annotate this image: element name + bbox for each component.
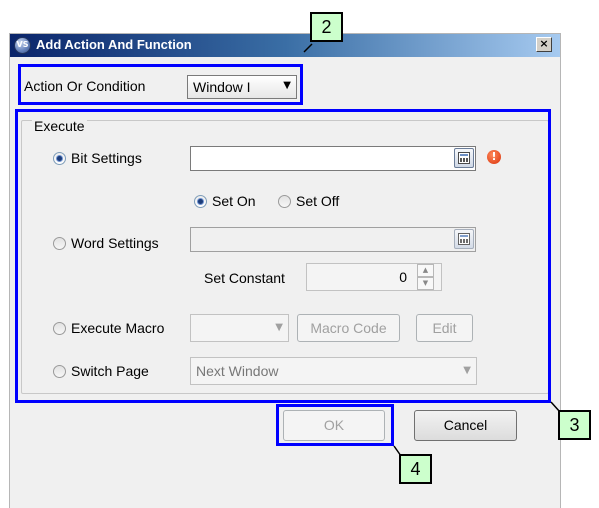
cancel-button[interactable]: Cancel xyxy=(414,410,517,441)
close-button[interactable]: × xyxy=(536,37,552,52)
highlight-box-execute xyxy=(15,109,551,403)
highlight-box-action-condition xyxy=(18,64,303,105)
window-title: Add Action And Function xyxy=(36,37,192,52)
app-logo-icon: VS xyxy=(14,37,31,54)
app-logo-text: VS xyxy=(16,40,29,49)
callout-3: 3 xyxy=(558,410,591,440)
title-bar[interactable]: VS Add Action And Function × xyxy=(10,34,560,57)
callout-4: 4 xyxy=(399,454,432,484)
highlight-box-ok xyxy=(276,404,394,446)
callout-2: 2 xyxy=(310,12,343,42)
